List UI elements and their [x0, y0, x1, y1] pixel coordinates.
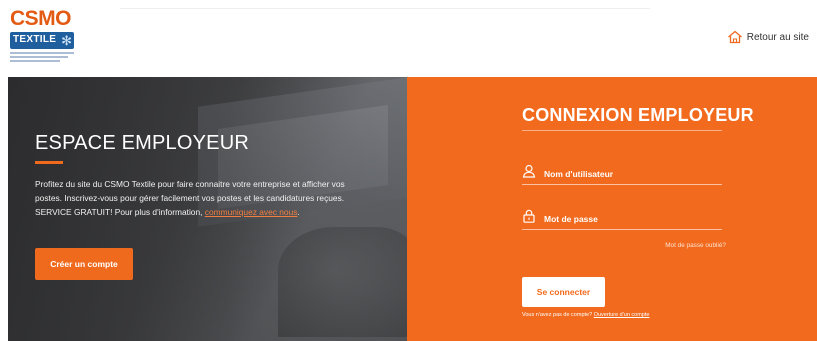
title-divider [522, 130, 722, 131]
contact-us-link[interactable]: communiquez avec nous [205, 207, 298, 217]
retour-au-site-link[interactable]: Retour au site [727, 28, 809, 46]
forgot-password-link[interactable]: Mot de passe oublié? [522, 242, 726, 249]
login-button[interactable]: Se connecter [522, 277, 605, 307]
snowflake-icon: ✻ [61, 33, 72, 48]
logo-badge-text: TEXTILE [13, 34, 57, 45]
csmo-textile-logo[interactable]: CSMO TEXTILE ✻ [10, 8, 76, 66]
user-icon [522, 164, 536, 183]
employer-space-title: ESPACE EMPLOYEUR [35, 132, 250, 154]
no-account-text: Vous n'avez pas de compte? Ouverture d'u… [522, 312, 649, 318]
title-accent-bar [35, 161, 63, 164]
site-header: CSMO TEXTILE ✻ Retour au site [0, 0, 817, 70]
no-account-label: Vous n'avez pas de compte? [522, 312, 593, 318]
password-field-group [522, 208, 722, 230]
header-divider [120, 8, 650, 9]
username-input[interactable] [544, 168, 704, 179]
employer-space-panel: ESPACE EMPLOYEUR Profitez du site du CSM… [8, 77, 407, 341]
password-input[interactable] [544, 213, 704, 224]
description-suffix: . [297, 207, 300, 217]
home-icon [727, 30, 743, 44]
logo-wordmark: CSMO [10, 7, 72, 30]
logo-tagline [10, 52, 74, 64]
employer-login-panel: CONNEXION EMPLOYEUR Mot de passe oublié?… [407, 77, 817, 341]
open-account-link[interactable]: Ouverture d'un compte [594, 312, 650, 318]
retour-au-site-label: Retour au site [746, 31, 809, 43]
lock-icon [522, 209, 536, 228]
employer-login-title: CONNEXION EMPLOYEUR [522, 105, 754, 125]
logo-badge: TEXTILE ✻ [10, 32, 74, 49]
create-account-button[interactable]: Créer un compte [35, 248, 133, 280]
employer-space-description: Profitez du site du CSMO Textile pour fa… [35, 177, 355, 219]
username-field-group [522, 163, 722, 185]
